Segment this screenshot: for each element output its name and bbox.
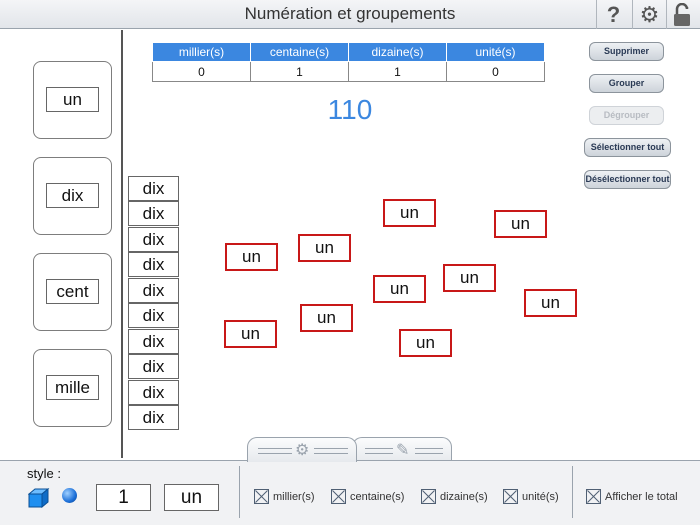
dix-block[interactable]: dix (128, 405, 179, 430)
value-milliers: 0 (152, 61, 251, 82)
ungroup-button[interactable]: Dégrouper (589, 106, 664, 125)
checkbox-unites[interactable]: unité(s) (503, 489, 559, 504)
dix-block[interactable]: dix (128, 303, 179, 328)
header-unites: unité(s) (446, 42, 545, 62)
dix-block[interactable]: dix (128, 201, 179, 226)
tab-grip (415, 448, 443, 454)
checkbox-show-total[interactable]: Afficher le total (586, 489, 678, 504)
tab-grip (365, 448, 393, 454)
bank-card-un[interactable]: un (33, 61, 112, 139)
checkbox-label: dizaine(s) (440, 490, 488, 503)
bank-word-dix: dix (46, 183, 99, 208)
dix-block[interactable]: dix (128, 354, 179, 379)
checkbox-milliers[interactable]: millier(s) (254, 489, 315, 504)
ball-style-icon[interactable] (62, 488, 77, 503)
dix-block[interactable]: dix (128, 227, 179, 252)
un-block[interactable]: un (443, 264, 496, 292)
checkbox-icon (503, 489, 518, 504)
bank-word-un: un (46, 87, 99, 112)
un-block[interactable]: un (300, 304, 353, 332)
dix-block[interactable]: dix (128, 329, 179, 354)
bank-card-mille[interactable]: mille (33, 349, 112, 427)
bottom-divider (239, 466, 240, 518)
bank-divider (121, 30, 123, 458)
checkbox-label: unité(s) (522, 490, 559, 503)
un-block[interactable]: un (298, 234, 351, 262)
lock-button[interactable] (666, 0, 700, 29)
total-number: 110 (327, 94, 373, 125)
select-all-button[interactable]: Sélectionner tout (584, 138, 671, 157)
un-block[interactable]: un (373, 275, 426, 303)
tab-tools[interactable]: ✎ (352, 437, 452, 462)
pencil-icon: ✎ (396, 442, 410, 459)
checkbox-label: centaine(s) (350, 490, 405, 503)
un-block[interactable]: un (383, 199, 436, 227)
gear-icon: ⚙ (639, 1, 660, 27)
un-block[interactable]: un (399, 329, 452, 357)
value-dizaines: 1 (348, 61, 447, 82)
dix-block[interactable]: dix (128, 176, 179, 201)
header-centaines: centaine(s) (250, 42, 349, 62)
place-value-table: millier(s) centaine(s) dizaine(s) unité(… (152, 42, 545, 82)
un-block[interactable]: un (224, 320, 277, 348)
lock-icon (673, 2, 690, 26)
bank-word-mille: mille (46, 375, 99, 400)
dix-block[interactable]: dix (128, 252, 179, 277)
header-dizaines: dizaine(s) (348, 42, 447, 62)
quantity-field[interactable]: 1 (96, 484, 151, 511)
question-icon: ? (606, 1, 621, 27)
tab-grip (258, 448, 292, 454)
unit-field[interactable]: un (164, 484, 219, 511)
bank-card-cent[interactable]: cent (33, 253, 112, 331)
bank-card-dix[interactable]: dix (33, 157, 112, 235)
checkbox-icon (586, 489, 601, 504)
style-label: style : (27, 466, 61, 481)
dix-block[interactable]: dix (128, 278, 179, 303)
gear-icon: ⚙ (295, 442, 310, 459)
cube-style-icon[interactable] (28, 488, 50, 508)
checkbox-icon (331, 489, 346, 504)
checkbox-label: Afficher le total (605, 490, 678, 503)
help-button[interactable]: ? (596, 0, 630, 29)
un-block[interactable]: un (225, 243, 278, 271)
bottom-divider (572, 466, 573, 518)
title-bar: Numération et groupements ? ⚙ (0, 0, 700, 29)
checkbox-icon (421, 489, 436, 504)
tab-settings[interactable]: ⚙ (247, 437, 357, 462)
checkbox-dizaines[interactable]: dizaine(s) (421, 489, 488, 504)
delete-button[interactable]: Supprimer (589, 42, 664, 61)
group-button[interactable]: Grouper (589, 74, 664, 93)
un-block[interactable]: un (524, 289, 577, 317)
settings-button[interactable]: ⚙ (632, 0, 666, 29)
header-milliers: millier(s) (152, 42, 251, 62)
bank-word-cent: cent (46, 279, 99, 304)
checkbox-icon (254, 489, 269, 504)
deselect-all-button[interactable]: Désélectionner tout (584, 170, 671, 189)
un-block[interactable]: un (494, 210, 547, 238)
checkbox-label: millier(s) (273, 490, 315, 503)
dix-block[interactable]: dix (128, 380, 179, 405)
checkbox-centaines[interactable]: centaine(s) (331, 489, 404, 504)
page-title: Numération et groupements (244, 4, 456, 23)
tab-grip (314, 448, 348, 454)
value-centaines: 1 (250, 61, 349, 82)
value-unites: 0 (446, 61, 545, 82)
